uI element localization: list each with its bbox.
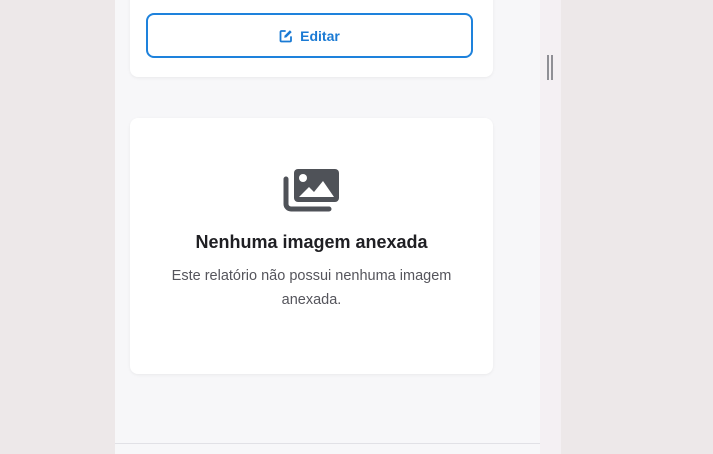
actions-card: Editar xyxy=(130,0,493,77)
edit-icon xyxy=(279,29,293,43)
edit-button-label: Editar xyxy=(300,27,340,44)
edit-button[interactable]: Editar xyxy=(146,13,473,58)
empty-images-card: Nenhuma imagem anexada Este relatório nã… xyxy=(130,118,493,374)
panel-divider xyxy=(115,443,540,444)
empty-state-message: Este relatório não possui nenhuma imagem… xyxy=(171,268,452,308)
resize-handle[interactable] xyxy=(547,55,553,80)
images-icon xyxy=(283,168,341,217)
empty-state-title: Nenhuma imagem anexada xyxy=(195,232,428,252)
